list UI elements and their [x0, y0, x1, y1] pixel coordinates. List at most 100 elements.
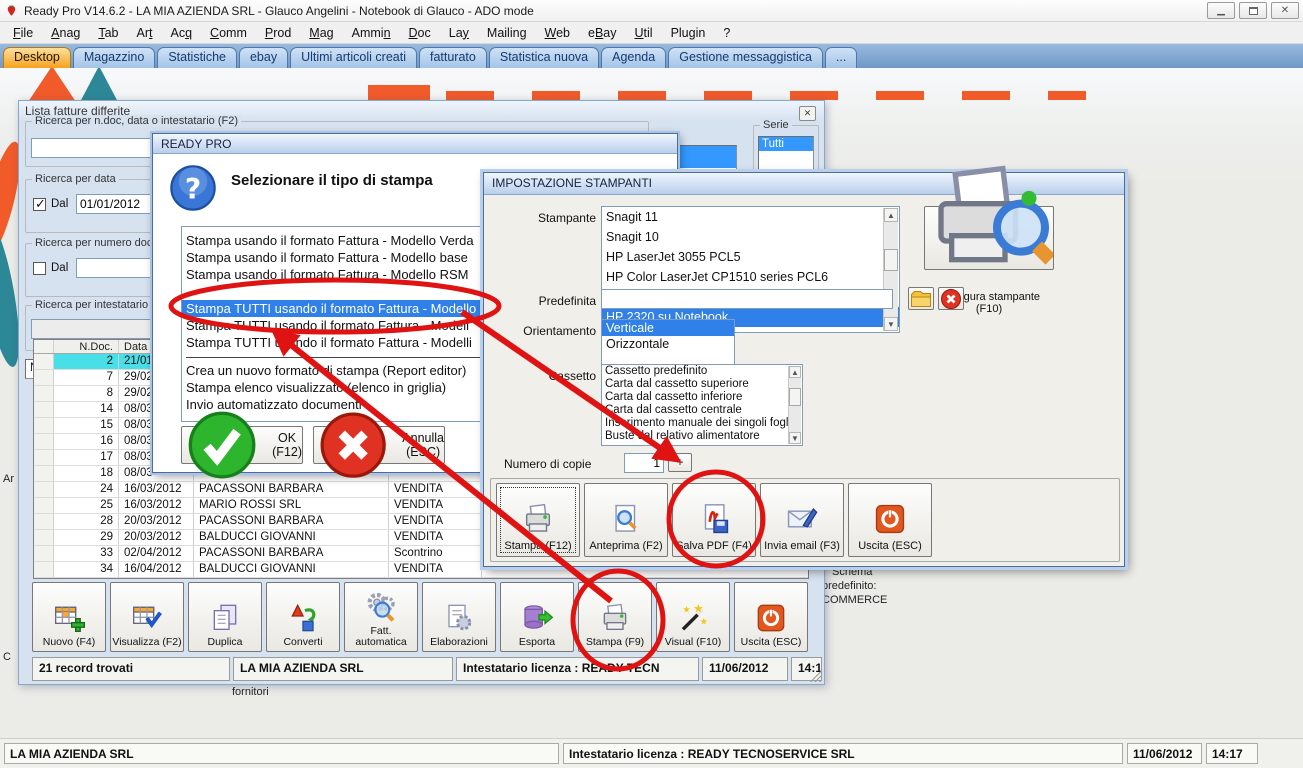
menu-web[interactable]: Web [536, 24, 579, 42]
menu-acq[interactable]: Acq [162, 24, 202, 42]
tray-item[interactable]: Inserimento manuale dei singoli fogli [602, 417, 802, 430]
tray-item[interactable]: Buste dal relativo alimentatore [602, 430, 802, 443]
table-cell: 34 [54, 562, 119, 577]
doc-gear-icon [448, 604, 472, 631]
orientation-item[interactable]: Orizzontale [602, 336, 734, 352]
toolbar-button-label: Converti [283, 636, 323, 648]
printer-item[interactable]: HP Color LaserJet CP1510 series PCL6 [602, 267, 899, 287]
resize-grip[interactable] [810, 670, 822, 682]
menu-art[interactable]: Art [128, 24, 162, 42]
column-header[interactable]: N.Doc. [54, 340, 119, 353]
toolbar-elaborazioni[interactable]: Elaborazioni [422, 582, 496, 652]
orientation-listbox[interactable]: Verticale Orizzontale [601, 319, 735, 365]
printer-item[interactable]: Snagit 10 [602, 227, 899, 247]
menu-mag[interactable]: Mag [300, 24, 342, 42]
tab-agenda[interactable]: Agenda [601, 47, 667, 68]
tray-list-scrollbar[interactable]: ▲ ▼ [788, 366, 801, 444]
gears-mag-icon [367, 592, 395, 622]
toolbar-stampa-f9[interactable]: Stampa (F9) [578, 582, 652, 652]
toolbar-duplica[interactable]: Duplica [188, 582, 262, 652]
menu-util[interactable]: Util [626, 24, 662, 42]
statusbar-company: LA MIA AZIENDA SRL [4, 743, 559, 764]
menu-comm[interactable]: Comm [201, 24, 256, 42]
tab-gestione-messaggistica[interactable]: Gestione messaggistica [668, 47, 823, 68]
printer-item[interactable]: Snagit 11 [602, 207, 899, 227]
number-dal-checkbox[interactable] [33, 262, 46, 275]
toolbar-nuovo-f4[interactable]: Nuovo (F4) [32, 582, 106, 652]
action-salva-pdf-f4[interactable]: Salva PDF (F4) [672, 483, 756, 557]
scroll-up-icon[interactable]: ▲ [789, 366, 801, 378]
desktop-area: Ar C fornitori Schema predefinito: COMME… [0, 68, 1303, 738]
table-cell [34, 482, 54, 497]
copies-input[interactable] [624, 453, 664, 473]
toolbar-uscita-esc[interactable]: Uscita (ESC) [734, 582, 808, 652]
tray-item[interactable]: Cassetto predefinito [602, 365, 802, 378]
toolbar-esporta[interactable]: Esporta [500, 582, 574, 652]
menu-plugin[interactable]: Plugin [662, 24, 715, 42]
printer-list-scrollbar[interactable]: ▲ ▼ [883, 208, 898, 331]
menu-ebay[interactable]: eBay [579, 24, 626, 42]
restore-button[interactable] [1239, 2, 1267, 19]
menu-prod[interactable]: Prod [256, 24, 300, 42]
printer-item[interactable]: HP LaserJet 3055 PCL5 [602, 247, 899, 267]
tab-magazzino[interactable]: Magazzino [72, 47, 156, 68]
predefinita-input[interactable] [601, 289, 893, 309]
tab-statistica-nuova[interactable]: Statistica nuova [488, 47, 600, 68]
tab-ebay[interactable]: ebay [238, 47, 289, 68]
tab-statistiche[interactable]: Statistiche [157, 47, 237, 68]
column-header[interactable] [34, 340, 54, 353]
scroll-down-icon[interactable]: ▼ [884, 317, 898, 331]
toolbar-button-label: Elaborazioni [430, 636, 488, 648]
table-cell: 16 [54, 434, 119, 449]
toolbar-button-label: Visualizza (F2) [112, 636, 182, 648]
db-export-icon [524, 605, 553, 629]
clear-printer-button[interactable] [938, 287, 964, 310]
printer-listbox[interactable]: Snagit 11 Snagit 10 HP LaserJet 3055 PCL5 H… [601, 206, 900, 333]
menu-lay[interactable]: Lay [440, 24, 478, 42]
serie-listbox[interactable]: Tutti [758, 136, 814, 176]
browse-folder-button[interactable] [908, 287, 934, 310]
printer-icon [603, 603, 627, 630]
serie-item-tutti[interactable]: Tutti [759, 137, 813, 151]
date-dal-checkbox[interactable] [33, 196, 46, 212]
menu-ammin[interactable]: Ammin [343, 24, 400, 42]
action-anteprima-f2[interactable]: Anteprima (F2) [584, 483, 668, 557]
menu-doc[interactable]: Doc [400, 24, 440, 42]
tray-item[interactable]: Carta dal cassetto centrale [602, 404, 802, 417]
table-cell: 33 [54, 546, 119, 561]
action-invia-email-f3[interactable]: Invia email (F3) [760, 483, 844, 557]
toolbar-visual-f10[interactable]: ★ ★ ★ Visual (F10) [656, 582, 730, 652]
tray-item[interactable]: Carta dal cassetto inferiore [602, 391, 802, 404]
scroll-down-icon[interactable]: ▼ [789, 432, 801, 444]
menu-[interactable]: ? [714, 24, 739, 42]
orientamento-label: Orientamento [523, 324, 596, 338]
scroll-up-icon[interactable]: ▲ [884, 208, 898, 222]
search-intest-input[interactable] [31, 319, 167, 339]
tray-listbox[interactable]: Cassetto predefinito Carta dal cassetto s… [601, 364, 803, 446]
toolbar-fatt-automatica[interactable]: Fatt. automatica [344, 582, 418, 652]
menu-anag[interactable]: Anag [42, 24, 89, 42]
toolbar-visualizza-f2[interactable]: Visualizza (F2) [110, 582, 184, 652]
cancel-button[interactable]: Annulla (ESC) [313, 412, 445, 478]
search-doc-input[interactable] [31, 138, 163, 158]
copies-plus-button[interactable]: + [668, 453, 692, 472]
ok-button[interactable]: OK (F12) [181, 411, 303, 479]
menu-mailing[interactable]: Mailing [478, 24, 536, 42]
minimize-button[interactable]: ▁ [1207, 2, 1235, 19]
pdf-save-icon [704, 504, 729, 534]
action-uscita-esc[interactable]: Uscita (ESC) [848, 483, 932, 557]
menu-file[interactable]: File [4, 24, 42, 42]
tab-ultimi-articoli-creati[interactable]: Ultimi articoli creati [290, 47, 417, 68]
toolbar-converti[interactable]: Converti [266, 582, 340, 652]
orientation-item[interactable]: Verticale [602, 320, 734, 336]
tray-item[interactable]: Carta dal cassetto superiore [602, 378, 802, 391]
lista-close-icon[interactable]: ✕ [799, 106, 816, 121]
tab--[interactable]: ... [824, 47, 858, 68]
close-button[interactable]: ✕ [1271, 2, 1299, 19]
action-stampa-f12[interactable]: Stampa (F12) [496, 483, 580, 557]
tab-desktop[interactable]: Desktop [3, 47, 71, 68]
menu-tab[interactable]: Tab [89, 24, 127, 42]
tab-fatturato[interactable]: fatturato [418, 47, 487, 68]
configure-printer-button[interactable]: Configura stampante (F10) [924, 165, 1054, 315]
print-dialog-title: READY PRO [153, 134, 677, 154]
